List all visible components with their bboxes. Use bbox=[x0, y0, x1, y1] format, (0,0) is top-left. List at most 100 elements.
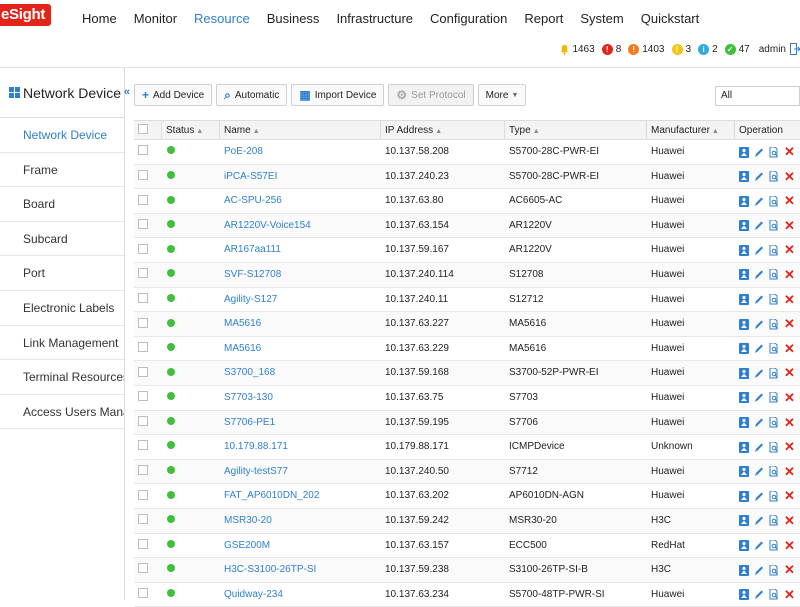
alarm-minor[interactable]: ! 3 bbox=[671, 43, 691, 55]
delete-icon[interactable]: ✕ bbox=[784, 219, 795, 232]
column-name[interactable]: Name ▲ bbox=[220, 121, 381, 139]
pencil-icon[interactable] bbox=[754, 294, 764, 305]
nav-report[interactable]: Report bbox=[524, 10, 563, 28]
sidebar-item-terminal-resources[interactable]: Terminal Resources bbox=[0, 360, 124, 395]
device-detail-icon[interactable] bbox=[739, 220, 749, 232]
device-detail-icon[interactable] bbox=[739, 146, 749, 158]
table-row[interactable]: PoE-208 10.137.58.208 S5700-28C-PWR-EI Huaw… bbox=[134, 140, 800, 165]
row-checkbox[interactable] bbox=[138, 219, 148, 230]
device-name-link[interactable]: Agility-testS77 bbox=[224, 466, 288, 477]
sidebar-item-frame[interactable]: Frame bbox=[0, 153, 124, 188]
table-row[interactable]: S3700_168 10.137.59.168 S3700-52P-PWR-EI Hu… bbox=[134, 361, 800, 386]
table-row[interactable]: MA5616 10.137.63.227 MA5616 Huawei ✕ bbox=[134, 312, 800, 337]
sidebar-item-board[interactable]: Board bbox=[0, 187, 124, 222]
pencil-icon[interactable] bbox=[754, 442, 764, 453]
sidebar-item-link-management[interactable]: Link Management bbox=[0, 326, 124, 361]
nav-infrastructure[interactable]: Infrastructure bbox=[336, 10, 413, 28]
document-search-icon[interactable] bbox=[769, 318, 779, 330]
delete-icon[interactable]: ✕ bbox=[784, 514, 795, 527]
device-detail-icon[interactable] bbox=[739, 490, 749, 502]
table-row[interactable]: MA5616 10.137.63.229 MA5616 Huawei ✕ bbox=[134, 337, 800, 362]
device-detail-icon[interactable] bbox=[739, 318, 749, 330]
sidebar-item-electronic-labels[interactable]: Electronic Labels bbox=[0, 291, 124, 326]
device-detail-icon[interactable] bbox=[739, 343, 749, 355]
delete-icon[interactable]: ✕ bbox=[784, 145, 795, 158]
device-detail-icon[interactable] bbox=[739, 294, 749, 306]
pencil-icon[interactable] bbox=[754, 540, 764, 551]
row-checkbox[interactable] bbox=[138, 391, 148, 402]
document-search-icon[interactable] bbox=[769, 146, 779, 158]
alarm-total[interactable]: 1463 bbox=[559, 44, 595, 55]
device-detail-icon[interactable] bbox=[739, 269, 749, 281]
pencil-icon[interactable] bbox=[754, 589, 764, 600]
document-search-icon[interactable] bbox=[769, 367, 779, 379]
table-row[interactable]: S7703-130 10.137.63.75 S7703 Huawei ✕ bbox=[134, 386, 800, 411]
document-search-icon[interactable] bbox=[769, 564, 779, 576]
document-search-icon[interactable] bbox=[769, 540, 779, 551]
delete-icon[interactable]: ✕ bbox=[784, 465, 795, 478]
add-device-button[interactable]: + Add Device bbox=[134, 84, 213, 106]
row-checkbox[interactable] bbox=[138, 465, 148, 476]
device-name-link[interactable]: AC-SPU-256 bbox=[224, 195, 282, 206]
document-search-icon[interactable] bbox=[769, 244, 779, 256]
device-name-link[interactable]: S7706-PE1 bbox=[224, 417, 275, 428]
table-row[interactable]: FAT_AP6010DN_202 10.137.63.202 AP6010DN-AG… bbox=[134, 484, 800, 509]
table-row[interactable]: H3C-S3100-26TP-SI 10.137.59.238 S3100-26TP… bbox=[134, 558, 800, 583]
pencil-icon[interactable] bbox=[754, 245, 764, 256]
set-protocol-button[interactable]: ⚙ Set Protocol bbox=[388, 84, 474, 106]
table-row[interactable]: Quidway-234 10.137.63.234 S5700-48TP-PWR-S… bbox=[134, 583, 800, 607]
column-type[interactable]: Type ▲ bbox=[505, 121, 647, 139]
device-name-link[interactable]: PoE-208 bbox=[224, 146, 263, 157]
row-checkbox[interactable] bbox=[138, 145, 148, 156]
pencil-icon[interactable] bbox=[754, 491, 764, 502]
document-search-icon[interactable] bbox=[769, 417, 779, 428]
table-row[interactable]: iPCA-S57EI 10.137.240.23 S5700-28C-PWR-EI H… bbox=[134, 164, 800, 190]
device-detail-icon[interactable] bbox=[739, 195, 749, 207]
alarm-cleared[interactable]: ✓ 47 bbox=[724, 43, 750, 55]
table-row[interactable]: 10.179.88.171 10.179.88.171 ICMPDevice Unkn… bbox=[134, 435, 800, 460]
logout-icon[interactable] bbox=[790, 43, 800, 55]
document-search-icon[interactable] bbox=[769, 490, 779, 502]
device-detail-icon[interactable] bbox=[739, 564, 749, 576]
device-detail-icon[interactable] bbox=[739, 589, 749, 601]
document-search-icon[interactable] bbox=[769, 171, 779, 182]
row-checkbox[interactable] bbox=[138, 317, 148, 328]
delete-icon[interactable]: ✕ bbox=[784, 342, 795, 355]
row-checkbox[interactable] bbox=[138, 366, 148, 377]
delete-icon[interactable]: ✕ bbox=[784, 391, 795, 404]
nav-resource[interactable]: Resource bbox=[194, 10, 250, 28]
table-row[interactable]: GSE200M 10.137.63.157 ECC500 RedHat ✕ bbox=[134, 534, 800, 559]
row-checkbox[interactable] bbox=[138, 588, 148, 599]
document-search-icon[interactable] bbox=[769, 294, 779, 305]
pencil-icon[interactable] bbox=[754, 171, 764, 182]
table-row[interactable]: AC-SPU-256 10.137.63.80 AC6605-AC Huawei ✕ bbox=[134, 189, 800, 214]
table-row[interactable]: AR167aa111 10.137.59.167 AR1220V Huawei ✕ bbox=[134, 238, 800, 263]
device-name-link[interactable]: AR167aa111 bbox=[224, 244, 281, 255]
device-detail-icon[interactable] bbox=[739, 244, 749, 256]
row-checkbox[interactable] bbox=[138, 292, 148, 303]
delete-icon[interactable]: ✕ bbox=[784, 416, 795, 429]
device-name-link[interactable]: 10.179.88.171 bbox=[224, 441, 288, 452]
device-detail-icon[interactable] bbox=[739, 367, 749, 379]
delete-icon[interactable]: ✕ bbox=[784, 293, 795, 306]
column-status[interactable]: Status ▲ bbox=[162, 121, 220, 139]
device-name-link[interactable]: SVF-S12708 bbox=[224, 269, 281, 280]
delete-icon[interactable]: ✕ bbox=[784, 588, 795, 601]
alarm-major[interactable]: ! 1403 bbox=[628, 43, 665, 55]
select-all-checkbox[interactable] bbox=[138, 124, 148, 135]
device-name-link[interactable]: S7703-130 bbox=[224, 392, 273, 403]
pencil-icon[interactable] bbox=[754, 269, 764, 280]
alarm-critical[interactable]: ! 8 bbox=[601, 43, 621, 55]
pencil-icon[interactable] bbox=[754, 147, 764, 158]
delete-icon[interactable]: ✕ bbox=[784, 170, 795, 183]
delete-icon[interactable]: ✕ bbox=[784, 317, 795, 330]
row-checkbox[interactable] bbox=[138, 415, 148, 426]
pencil-icon[interactable] bbox=[754, 565, 764, 576]
document-search-icon[interactable] bbox=[769, 343, 779, 354]
delete-icon[interactable]: ✕ bbox=[784, 243, 795, 256]
document-search-icon[interactable] bbox=[769, 441, 779, 453]
pencil-icon[interactable] bbox=[754, 417, 764, 428]
row-checkbox[interactable] bbox=[138, 194, 148, 205]
table-row[interactable]: SVF-S12708 10.137.240.114 S12708 Huawei ✕ bbox=[134, 262, 800, 288]
document-search-icon[interactable] bbox=[769, 589, 779, 600]
